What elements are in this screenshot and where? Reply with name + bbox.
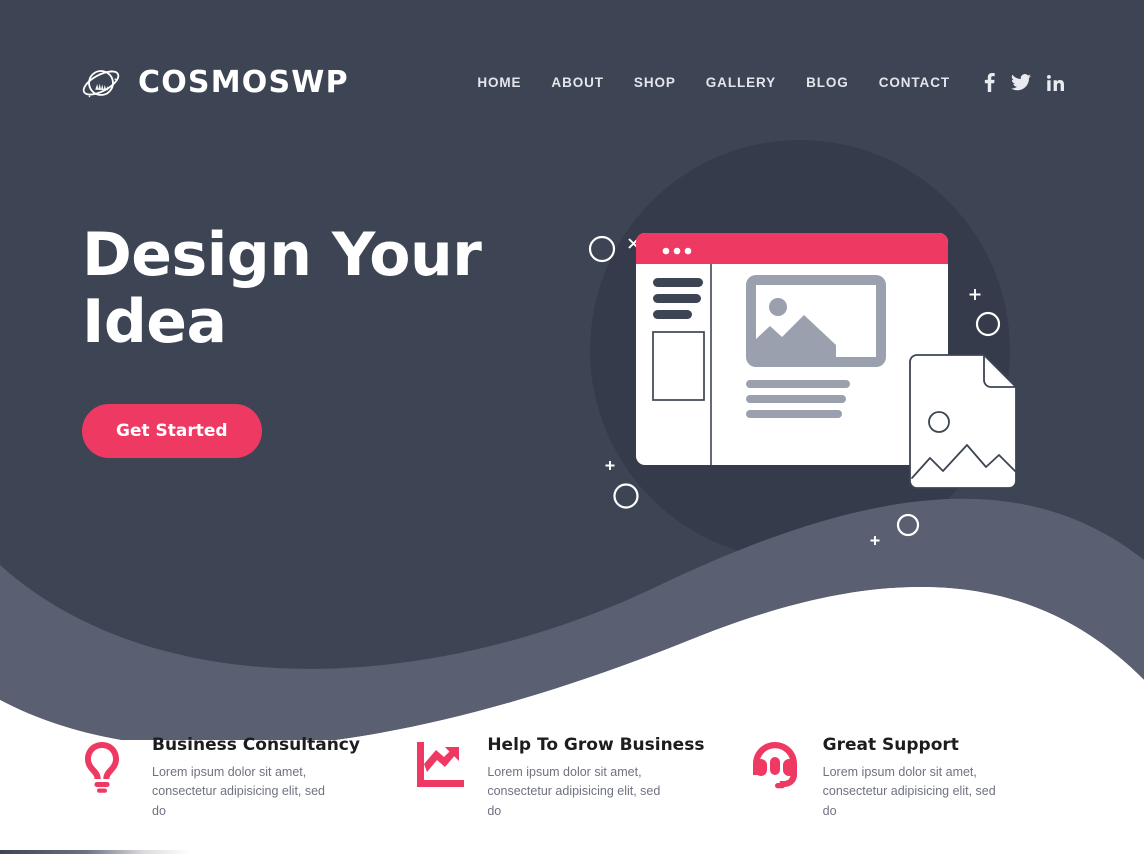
nav-link-shop[interactable]: SHOP	[634, 75, 676, 90]
nav-link-contact[interactable]: CONTACT	[879, 75, 950, 90]
feature-body: Great Support Lorem ipsum dolor sit amet…	[823, 735, 1013, 821]
browser-window-dots	[662, 247, 692, 255]
nav-link-home[interactable]: HOME	[477, 75, 521, 90]
nav-link-blog[interactable]: BLOG	[806, 75, 849, 90]
linkedin-icon[interactable]	[1047, 74, 1064, 91]
twitter-icon[interactable]	[1011, 74, 1031, 91]
facebook-icon[interactable]	[984, 73, 995, 92]
feature-title: Great Support	[822, 735, 959, 755]
website-builder-illustration	[588, 233, 1017, 545]
feature-card-great-support[interactable]: Great Support Lorem ipsum dolor sit amet…	[749, 735, 1084, 821]
browser-mockup	[636, 233, 948, 465]
hero-title: Design Your Idea	[82, 220, 522, 358]
main-navigation: HOME ABOUT SHOP GALLERY BLOG CONTACT	[477, 73, 1064, 92]
nav-item-shop[interactable]: SHOP	[634, 74, 676, 92]
content-text-lines	[746, 380, 850, 418]
hero-title-line1: Design Your	[82, 220, 482, 290]
nav-item-gallery[interactable]: GALLERY	[706, 74, 776, 92]
image-placeholder	[746, 275, 886, 367]
feature-text: Lorem ipsum dolor sit amet, consectetur …	[152, 765, 326, 818]
site-header: COSMOSWP HOME ABOUT SHOP GALLERY BLOG CO…	[0, 0, 1144, 165]
nav-link-gallery[interactable]: GALLERY	[706, 75, 776, 90]
growth-chart-icon	[413, 735, 469, 821]
feature-card-help-to-grow-business[interactable]: Help To Grow Business Lorem ipsum dolor …	[413, 735, 748, 821]
nav-item-blog[interactable]: BLOG	[806, 74, 849, 92]
headset-support-icon	[749, 735, 805, 821]
get-started-button[interactable]: Get Started	[82, 404, 262, 459]
feature-text: Lorem ipsum dolor sit amet, consectetur …	[487, 765, 661, 818]
feature-title: Help To Grow Business	[487, 735, 705, 755]
feature-body: Help To Grow Business Lorem ipsum dolor …	[487, 735, 704, 821]
feature-text: Lorem ipsum dolor sit amet, consectetur …	[822, 765, 996, 818]
feature-card-business-consultancy[interactable]: Business Consultancy Lorem ipsum dolor s…	[78, 735, 413, 821]
nav-item-contact[interactable]: CONTACT	[879, 74, 950, 92]
nav-item-about[interactable]: ABOUT	[551, 74, 604, 92]
feature-body: Business Consultancy Lorem ipsum dolor s…	[152, 735, 360, 821]
landing-page: COSMOSWP HOME ABOUT SHOP GALLERY BLOG CO…	[0, 0, 1144, 858]
brand-name: COSMOSWP	[138, 65, 349, 100]
hero-illustration	[548, 130, 1068, 575]
brand-logo[interactable]: COSMOSWP	[78, 60, 349, 106]
planet-ring-icon	[82, 69, 120, 97]
hero-title-line2: Idea	[82, 287, 227, 358]
hero-content: Design Your Idea Get Started	[82, 220, 522, 459]
image-document-card	[909, 354, 1017, 489]
nav-list: HOME ABOUT SHOP GALLERY BLOG CONTACT	[477, 74, 950, 92]
features-section: Business Consultancy Lorem ipsum dolor s…	[0, 735, 1144, 821]
social-links	[984, 73, 1064, 92]
lightbulb-icon	[78, 735, 134, 821]
feature-title: Business Consultancy	[152, 735, 360, 755]
nav-item-home[interactable]: HOME	[477, 74, 521, 92]
nav-link-about[interactable]: ABOUT	[551, 75, 604, 90]
page-scroll-indicator[interactable]	[0, 850, 190, 854]
